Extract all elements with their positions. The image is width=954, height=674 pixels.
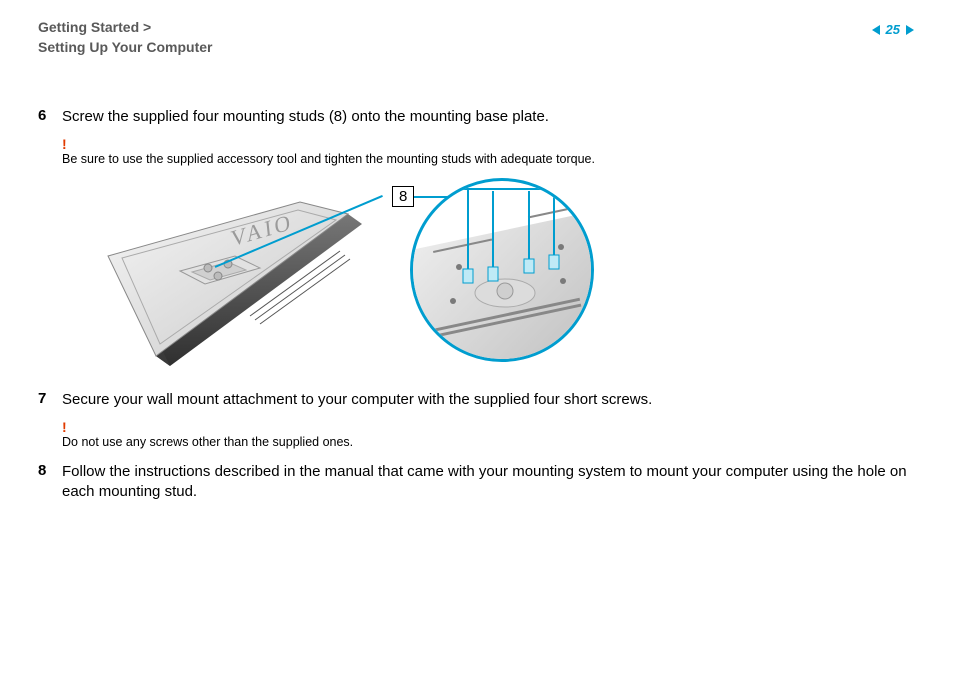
warning-text: Be sure to use the supplied accessory to…	[62, 151, 914, 167]
step-text: Follow the instructions described in the…	[62, 462, 914, 503]
page-navigation: 25	[872, 22, 914, 37]
step-number: 8	[38, 462, 62, 503]
figure-monitor-back: VAIO	[100, 196, 380, 371]
figure-zoom-circle	[410, 178, 594, 362]
figure-callout-label: 8	[392, 186, 414, 207]
warning-text: Do not use any screws other than the sup…	[62, 434, 914, 450]
page-content: 6 Screw the supplied four mounting studs…	[0, 69, 954, 503]
figure-mounting-studs: VAIO 8	[100, 186, 914, 376]
step-6: 6 Screw the supplied four mounting studs…	[38, 107, 914, 168]
warning-icon: !	[62, 420, 914, 434]
warning-icon: !	[62, 137, 914, 151]
prev-page-icon[interactable]	[872, 25, 880, 35]
breadcrumb: Getting Started > Setting Up Your Comput…	[38, 18, 212, 57]
step-text: Screw the supplied four mounting studs (…	[62, 107, 914, 127]
step-number: 7	[38, 390, 62, 451]
next-page-icon[interactable]	[906, 25, 914, 35]
step-8: 8 Follow the instructions described in t…	[38, 462, 914, 503]
step-7: 7 Secure your wall mount attachment to y…	[38, 390, 914, 451]
step-number: 6	[38, 107, 62, 168]
page-number: 25	[886, 22, 900, 37]
figure-zoom-detail	[413, 181, 594, 362]
breadcrumb-line-2: Setting Up Your Computer	[38, 38, 212, 58]
step-text: Secure your wall mount attachment to you…	[62, 390, 914, 410]
breadcrumb-line-1: Getting Started >	[38, 18, 212, 38]
